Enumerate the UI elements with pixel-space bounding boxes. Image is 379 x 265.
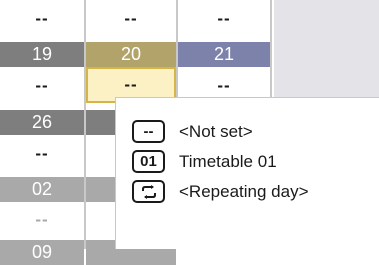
- repeat-icon: [132, 180, 165, 203]
- day-slot[interactable]: --: [0, 135, 84, 173]
- date-cell-19[interactable]: 19: [0, 42, 84, 67]
- legend-item-not-set: -- <Not set>: [132, 120, 253, 143]
- legend-label: Timetable 01: [179, 151, 277, 171]
- date-cell-09[interactable]: 09: [0, 240, 84, 265]
- day-slot[interactable]: --: [0, 0, 84, 38]
- legend-item-timetable: 01 Timetable 01: [132, 150, 277, 173]
- legend-popup: -- <Not set> 01 Timetable 01 <Repeating …: [115, 97, 379, 249]
- date-cell-02[interactable]: 02: [0, 177, 84, 202]
- timetable-icon: 01: [132, 150, 165, 173]
- day-slot[interactable]: --: [178, 0, 270, 38]
- legend-item-repeating: <Repeating day>: [132, 180, 309, 203]
- not-set-icon: --: [132, 120, 165, 143]
- date-cell-21[interactable]: 21: [178, 42, 270, 67]
- legend-label: <Not set>: [179, 121, 253, 141]
- day-slot[interactable]: --: [0, 67, 84, 105]
- date-cell-26[interactable]: 26: [0, 110, 84, 135]
- legend-label: <Repeating day>: [179, 181, 309, 201]
- day-slot[interactable]: --: [0, 202, 84, 238]
- day-slot[interactable]: --: [86, 0, 176, 38]
- date-cell-20[interactable]: 20: [86, 42, 176, 67]
